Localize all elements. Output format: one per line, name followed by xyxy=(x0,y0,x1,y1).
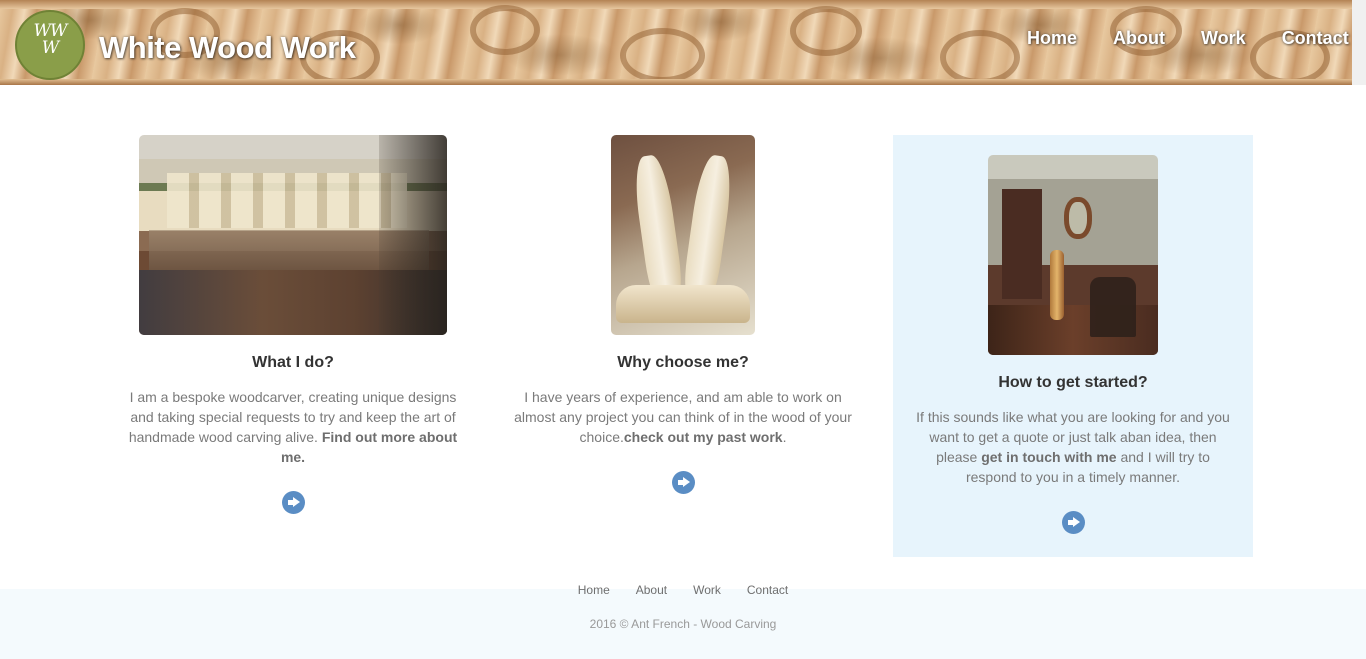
interior-photo xyxy=(988,155,1158,355)
brand-name[interactable]: White Wood Work xyxy=(99,30,356,66)
carving-swirl xyxy=(790,6,862,56)
feature-title: What I do? xyxy=(252,354,334,371)
feature-why-choose-me: Why choose me? I have years of experienc… xyxy=(510,135,856,499)
photo-detail xyxy=(616,285,750,323)
work-link[interactable]: check out my past work xyxy=(624,429,783,445)
copyright-text: 2016 © Ant French - Wood Carving xyxy=(589,617,777,631)
feature-how-to-get-started: How to get started? If this sounds like … xyxy=(893,135,1253,557)
carving-swirl xyxy=(470,5,540,55)
arrow-wrap xyxy=(120,491,466,519)
header-frame-bottom xyxy=(0,79,1352,85)
logo-text: WWW xyxy=(33,21,68,58)
nav-work[interactable]: Work xyxy=(1201,28,1246,49)
photo-detail xyxy=(379,135,447,335)
main-nav: Home About Work Contact xyxy=(1027,28,1352,49)
carved-table-photo xyxy=(611,135,755,335)
footer-link-home[interactable]: Home xyxy=(578,583,610,597)
feature-title: Why choose me? xyxy=(617,354,749,371)
arrow-right-icon[interactable] xyxy=(1061,511,1085,534)
feature-description: I am a bespoke woodcarver, creating uniq… xyxy=(120,387,466,467)
description-text: . xyxy=(782,429,787,445)
site-logo[interactable]: WWW xyxy=(15,10,85,80)
nav-home[interactable]: Home xyxy=(1027,28,1077,49)
footer-nav: Home About Work Contact xyxy=(0,583,1366,597)
nav-contact[interactable]: Contact xyxy=(1282,28,1349,49)
contact-link[interactable]: get in touch with me xyxy=(981,449,1116,465)
photo-detail xyxy=(1090,277,1136,337)
photo-detail xyxy=(167,173,407,228)
photo-detail xyxy=(1064,197,1092,239)
feature-description: If this sounds like what you are looking… xyxy=(911,407,1235,487)
workshop-photo xyxy=(139,135,447,335)
arrow-wrap xyxy=(911,511,1235,539)
nav-about[interactable]: About xyxy=(1113,28,1165,49)
arrow-right-icon[interactable] xyxy=(281,491,305,514)
arrow-right-icon[interactable] xyxy=(671,471,695,494)
arrow-wrap xyxy=(510,471,856,499)
photo-detail xyxy=(680,153,736,307)
photo-detail xyxy=(630,153,686,307)
feature-what-i-do: What I do? I am a bespoke woodcarver, cr… xyxy=(120,135,466,519)
carving-swirl xyxy=(620,28,705,83)
feature-title: How to get started? xyxy=(998,374,1148,391)
site-header: WWW White Wood Work Home About Work Cont… xyxy=(0,0,1352,85)
photo-detail xyxy=(1050,250,1064,320)
footer-link-work[interactable]: Work xyxy=(693,583,721,597)
footer-link-contact[interactable]: Contact xyxy=(747,583,788,597)
site-footer: Home About Work Contact 2016 © Ant Frenc… xyxy=(0,583,1366,659)
footer-link-about[interactable]: About xyxy=(636,583,667,597)
feature-description: I have years of experience, and am able … xyxy=(510,387,856,447)
scrollbar[interactable] xyxy=(1352,0,1366,85)
carving-swirl xyxy=(940,30,1020,85)
photo-detail xyxy=(1002,189,1042,299)
feature-inner: How to get started? If this sounds like … xyxy=(911,155,1235,539)
